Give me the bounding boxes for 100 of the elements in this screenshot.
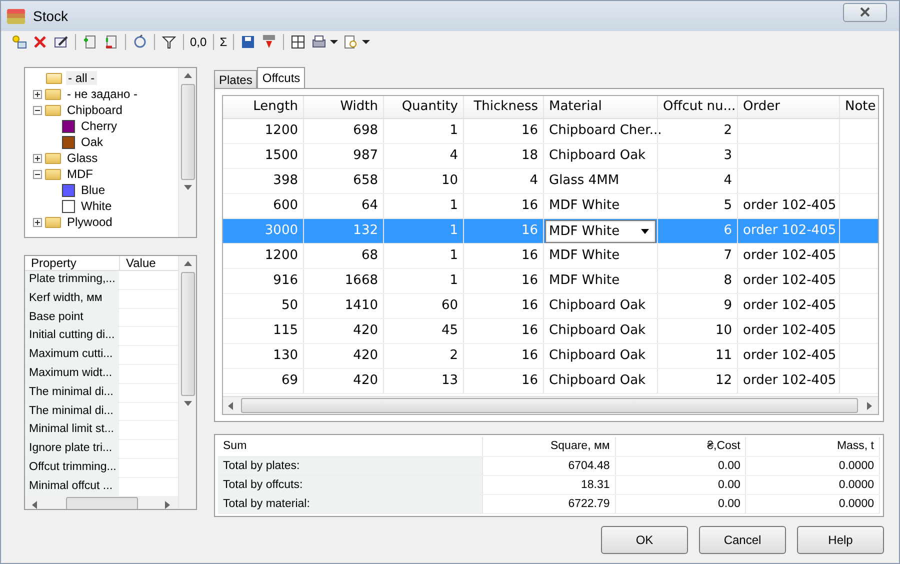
property-name[interactable]: Ignore plate tri... (25, 440, 119, 458)
tab[interactable]: Plates (214, 70, 258, 89)
column-header[interactable]: Offcut nu... (658, 96, 738, 118)
table-cell: Total by material: (218, 495, 484, 513)
tree-item[interactable]: Cherry (79, 119, 120, 133)
toolbar-button[interactable]: 0,0 (188, 32, 209, 52)
tree-item[interactable]: White (79, 199, 114, 213)
table-cell: Chipboard Oak (544, 319, 658, 343)
table-cell: Chipboard Oak (544, 294, 658, 318)
table-cell: 1 (384, 244, 464, 268)
property-name[interactable]: Maximum cutti... (25, 346, 119, 364)
dialog-button[interactable]: Help (797, 526, 884, 554)
property-name[interactable]: Base point (25, 308, 119, 326)
tree-item[interactable]: Blue (79, 183, 108, 197)
table-cell: 5 (658, 194, 738, 218)
tree-item[interactable]: MDF (65, 167, 95, 181)
table-cell: 1 (384, 194, 464, 218)
tree-item[interactable]: Glass (65, 151, 100, 165)
property-name[interactable]: The minimal di... (25, 402, 119, 420)
column-header[interactable]: Material (544, 96, 658, 118)
tree-item[interactable]: Oak (79, 135, 106, 149)
document-icon (103, 34, 119, 50)
property-name[interactable]: Kerf width, мм (25, 290, 119, 308)
table-cell: 3 (658, 144, 738, 168)
table-cell: 6722.79 (483, 495, 616, 513)
table-row[interactable]: 1200 68 1 16 MDF White 7 order 102-405 (223, 244, 878, 269)
column-header[interactable]: Width (304, 96, 384, 118)
tree-item[interactable]: Chipboard (65, 103, 124, 117)
table-cell: order 102-405 (738, 194, 840, 218)
tab[interactable]: Offcuts (257, 67, 306, 89)
tree-item[interactable]: - не задано - (65, 87, 140, 101)
arrow-icon[interactable] (184, 400, 192, 408)
arrow-icon[interactable] (184, 260, 192, 268)
toolbar-button[interactable]: Σ (218, 32, 230, 52)
scrollbar[interactable] (223, 396, 878, 414)
table-cell: Total by offcuts: (218, 476, 484, 494)
table-row[interactable]: 916 1668 1 16 MDF White 8 order 102-405 (223, 269, 878, 294)
table-cell: MDF White (544, 269, 658, 293)
column-header[interactable]: Length (223, 96, 304, 118)
table-cell: 64 (304, 194, 384, 218)
table-cell: 1200 (223, 119, 304, 143)
scrollbar[interactable] (178, 68, 196, 237)
arrow-icon[interactable] (227, 402, 235, 410)
dialog-button[interactable]: Cancel (699, 526, 786, 554)
table-cell: Chipboard Cher... (544, 119, 658, 143)
table-row[interactable]: 50 1410 60 16 Chipboard Oak 9 order 102-405 (223, 294, 878, 319)
folder-icon (46, 72, 62, 84)
column-header[interactable]: Order (738, 96, 840, 118)
property-name[interactable]: Minimal limit st... (25, 421, 119, 440)
property-name[interactable]: The minimal di... (25, 384, 119, 402)
arrow-icon[interactable] (184, 72, 192, 80)
property-name[interactable]: Maximum widt... (25, 364, 119, 383)
column-header: Sum (218, 437, 484, 456)
caret-icon (641, 229, 649, 234)
dialog-button[interactable]: OK (601, 526, 688, 554)
scrollbar[interactable] (178, 256, 196, 509)
delete-icon (32, 34, 48, 50)
minus-icon[interactable] (33, 170, 42, 178)
table-row[interactable]: 69 420 13 16 Chipboard Oak 12 order 102-405 (223, 369, 878, 394)
table-cell: 16 (464, 119, 544, 143)
table-cell: 1 (384, 269, 464, 293)
tree-item[interactable]: Plywood (65, 215, 114, 229)
table-cell: 115 (223, 319, 304, 343)
close-icon (859, 7, 871, 17)
column-header[interactable]: Thickness (464, 96, 544, 118)
table-cell: 2 (384, 344, 464, 368)
table-row[interactable]: 1500 987 4 18 Chipboard Oak 3 (223, 144, 878, 169)
tree-item[interactable]: - all - (66, 71, 97, 85)
arrow-icon[interactable] (184, 184, 192, 192)
table-row[interactable]: 398 658 10 4 Glass 4MM 4 (223, 169, 878, 194)
folder-icon (45, 88, 61, 100)
property-name[interactable]: Initial cutting di... (25, 327, 119, 346)
table-cell: 6704.48 (483, 457, 616, 475)
dropdown-field[interactable]: MDF White (545, 220, 656, 243)
table-cell: 698 (304, 119, 384, 143)
scrollbar[interactable] (25, 496, 178, 509)
property-name[interactable]: Minimal offcut ... (25, 478, 119, 496)
table-cell: 0.0000 (746, 476, 880, 494)
property-name[interactable]: Offcut trimming... (25, 458, 119, 477)
column-header[interactable]: Property (25, 256, 119, 270)
column-header: Square, мм (483, 437, 616, 456)
table-cell: 4 (658, 169, 738, 193)
property-name[interactable]: Plate trimming,... (25, 271, 119, 289)
table-row[interactable]: 3000 132 1 16 MDF White 6 order 102-405 (223, 219, 878, 244)
close-button[interactable] (843, 2, 887, 22)
column-header[interactable]: Note (840, 96, 878, 118)
table-row[interactable]: 130 420 2 16 Chipboard Oak 11 order 102-405 (223, 344, 878, 369)
table-cell: Chipboard Oak (544, 369, 658, 393)
arrow-icon[interactable] (866, 402, 874, 410)
table-cell: 10 (658, 319, 738, 343)
window-title: Stock (33, 8, 70, 24)
table-row[interactable]: 115 420 45 16 Chipboard Oak 10 order 102-405 (223, 319, 878, 344)
column-header[interactable]: Quantity (384, 96, 464, 118)
column-header[interactable]: Value (119, 256, 156, 270)
arrow-icon[interactable] (31, 500, 39, 509)
arrow-icon[interactable] (164, 500, 172, 509)
table-cell: 4 (464, 169, 544, 193)
table-cell: 68 (304, 244, 384, 268)
table-row[interactable]: 1200 698 1 16 Chipboard Cher... 2 (223, 119, 878, 144)
minus-icon[interactable] (33, 106, 42, 114)
